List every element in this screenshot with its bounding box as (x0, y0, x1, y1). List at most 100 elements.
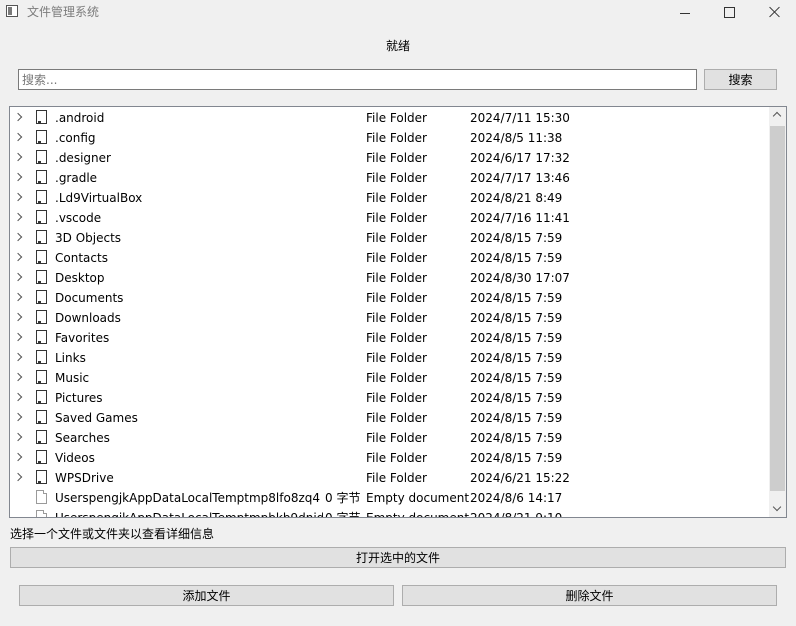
tree-row[interactable]: Pictures File Folder 2024/8/15 7:59 (10, 388, 770, 408)
scrollbar-thumb[interactable] (770, 126, 785, 491)
chevron-right-icon[interactable] (13, 452, 23, 462)
folder-icon (36, 350, 47, 364)
chevron-right-icon[interactable] (13, 272, 23, 282)
status-label: 就绪 (385, 39, 410, 53)
item-name: .gradle (55, 171, 98, 185)
chevron-right-icon[interactable] (13, 232, 23, 242)
item-name: Links (55, 351, 86, 365)
tree-row[interactable]: Saved Games File Folder 2024/8/15 7:59 (10, 408, 770, 428)
item-type: Empty document (366, 491, 470, 505)
tree-row[interactable]: Music File Folder 2024/8/15 7:59 (10, 368, 770, 388)
item-type: File Folder (366, 471, 427, 485)
item-type: File Folder (366, 231, 427, 245)
item-date: 2024/8/5 11:38 (470, 131, 563, 145)
folder-icon (36, 330, 47, 344)
chevron-right-icon[interactable] (13, 192, 23, 202)
tree-row[interactable]: .Ld9VirtualBox File Folder 2024/8/21 8:49 (10, 188, 770, 208)
item-type: File Folder (366, 431, 427, 445)
search-input[interactable] (18, 69, 697, 90)
item-type: File Folder (366, 331, 427, 345)
tree-row[interactable]: .config File Folder 2024/8/5 11:38 (10, 128, 770, 148)
item-type: File Folder (366, 191, 427, 205)
tree-row[interactable]: WPSDrive File Folder 2024/6/21 15:22 (10, 468, 770, 488)
tree-row[interactable]: Links File Folder 2024/8/15 7:59 (10, 348, 770, 368)
vertical-scrollbar[interactable] (769, 107, 786, 517)
item-date: 2024/8/21 9:10 (470, 511, 563, 518)
file-tree-rows: .android File Folder 2024/7/11 15:30 .confi… (10, 108, 770, 518)
delete-file-button[interactable]: 删除文件 (402, 585, 777, 606)
open-selected-file-button[interactable]: 打开选中的文件 (10, 547, 786, 568)
add-file-button[interactable]: 添加文件 (19, 585, 394, 606)
tree-row[interactable]: .designer File Folder 2024/6/17 17:32 (10, 148, 770, 168)
folder-icon (36, 150, 47, 164)
item-type: File Folder (366, 171, 427, 185)
chevron-right-icon[interactable] (13, 352, 23, 362)
item-date: 2024/8/15 7:59 (470, 331, 563, 345)
scroll-down-icon[interactable] (772, 502, 782, 512)
document-icon (36, 490, 47, 504)
folder-icon (36, 450, 47, 464)
close-button[interactable] (752, 0, 796, 24)
chevron-right-icon[interactable] (13, 372, 23, 382)
item-date: 2024/8/15 7:59 (470, 251, 563, 265)
tree-row[interactable]: .vscode File Folder 2024/7/16 11:41 (10, 208, 770, 228)
item-date: 2024/8/15 7:59 (470, 451, 563, 465)
folder-icon (36, 110, 47, 124)
chevron-right-icon[interactable] (13, 312, 23, 322)
chevron-right-icon[interactable] (13, 252, 23, 262)
app-icon (6, 5, 18, 17)
chevron-right-icon[interactable] (13, 172, 23, 182)
chevron-right-icon[interactable] (13, 432, 23, 442)
item-name: Searches (55, 431, 110, 445)
item-name: Favorites (55, 331, 110, 345)
item-size: 0 字节 (325, 511, 361, 518)
chevron-right-icon[interactable] (13, 112, 23, 122)
chevron-right-icon[interactable] (13, 392, 23, 402)
folder-icon (36, 290, 47, 304)
chevron-right-icon[interactable] (13, 292, 23, 302)
tree-row[interactable]: Desktop File Folder 2024/8/30 17:07 (10, 268, 770, 288)
tree-row[interactable]: Favorites File Folder 2024/8/15 7:59 (10, 328, 770, 348)
close-icon (769, 6, 781, 18)
item-name: Desktop (55, 271, 105, 285)
folder-icon (36, 430, 47, 444)
item-name: UserspengjkAppDataLocalTemptmp8lfo8zq4 (55, 491, 321, 505)
maximize-button[interactable] (706, 0, 752, 24)
tree-row[interactable]: Documents File Folder 2024/8/15 7:59 (10, 288, 770, 308)
tree-row[interactable]: UserspengjkAppDataLocalTemptmp8lfo8zq4 0 … (10, 488, 770, 508)
tree-row[interactable]: Contacts File Folder 2024/8/15 7:59 (10, 248, 770, 268)
chevron-right-icon[interactable] (13, 152, 23, 162)
item-type: File Folder (366, 391, 427, 405)
chevron-right-icon[interactable] (13, 472, 23, 482)
minimize-icon (680, 12, 690, 14)
item-date: 2024/8/15 7:59 (470, 371, 563, 385)
tree-row[interactable]: Searches File Folder 2024/8/15 7:59 (10, 428, 770, 448)
search-button[interactable]: 搜索 (704, 69, 777, 90)
minimize-button[interactable] (662, 0, 708, 24)
chevron-right-icon[interactable] (13, 332, 23, 342)
tree-row[interactable]: Downloads File Folder 2024/8/15 7:59 (10, 308, 770, 328)
window-title: 文件管理系统 (27, 5, 100, 19)
file-tree[interactable]: .android File Folder 2024/7/11 15:30 .confi… (9, 106, 787, 518)
item-name: .config (55, 131, 96, 145)
scroll-up-icon[interactable] (772, 111, 782, 121)
chevron-right-icon[interactable] (13, 412, 23, 422)
tree-row[interactable]: .gradle File Folder 2024/7/17 13:46 (10, 168, 770, 188)
tree-row[interactable]: UserspengjkAppDataLocalTemptmpbkb9dnid 0 … (10, 508, 770, 518)
tree-row[interactable]: 3D Objects File Folder 2024/8/15 7:59 (10, 228, 770, 248)
item-name: Saved Games (55, 411, 138, 425)
item-type: File Folder (366, 451, 427, 465)
item-type: Empty document (366, 511, 470, 518)
maximize-icon (723, 6, 735, 18)
item-type: File Folder (366, 151, 427, 165)
item-name: Downloads (55, 311, 121, 325)
chevron-right-icon[interactable] (13, 132, 23, 142)
item-type: File Folder (366, 271, 427, 285)
tree-row[interactable]: .android File Folder 2024/7/11 15:30 (10, 108, 770, 128)
folder-icon (36, 170, 47, 184)
tree-row[interactable]: Videos File Folder 2024/8/15 7:59 (10, 448, 770, 468)
item-date: 2024/8/15 7:59 (470, 411, 563, 425)
item-type: File Folder (366, 291, 427, 305)
chevron-right-icon[interactable] (13, 212, 23, 222)
item-type: File Folder (366, 131, 427, 145)
